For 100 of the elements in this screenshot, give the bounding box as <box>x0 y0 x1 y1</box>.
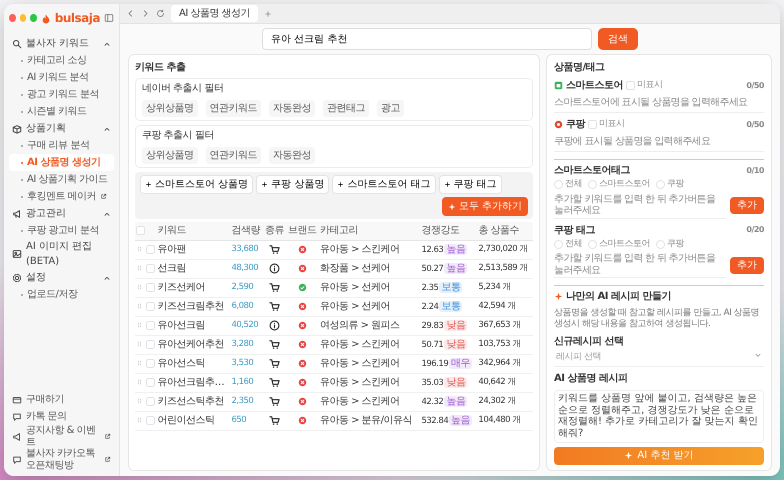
table-cell: 2.35 <box>421 283 438 293</box>
flame-logo-icon <box>40 12 51 24</box>
sidebar-item[interactable]: 후킹멘트 메이커 <box>9 188 114 205</box>
sidebar-item[interactable]: 시즌별 키워드 <box>9 103 114 120</box>
sidebar-item[interactable]: AI 상품기획 가이드 <box>9 171 114 188</box>
sidebar-group[interactable]: 설정 <box>9 269 114 286</box>
option-label: 전체 <box>565 178 582 191</box>
back-icon[interactable] <box>126 9 135 18</box>
table-cell: 유아팬 <box>156 240 230 259</box>
sidebar-toggle-icon[interactable] <box>104 13 114 23</box>
table-cell: 유아선케어추천 <box>156 335 230 354</box>
image-icon <box>12 249 22 259</box>
field-label: 신규레시피 선택 <box>554 334 624 349</box>
sidebar-link[interactable]: 구매하기 <box>9 391 114 408</box>
sidebar-item[interactable]: 카테고리 소싱 <box>9 52 114 69</box>
table-cell: 342,964 개 <box>477 354 533 373</box>
level-badge: 낮음 <box>444 377 468 388</box>
logo-text: bulsaja <box>54 10 100 27</box>
row-checkbox[interactable] <box>146 244 155 254</box>
browser-tab[interactable]: AI 상품명 생성기 <box>171 5 258 22</box>
chat-icon <box>12 454 22 464</box>
table-cell: 103,753 개 <box>477 335 533 354</box>
row-checkbox[interactable] <box>146 320 155 330</box>
radio-button[interactable] <box>554 240 563 249</box>
search-field[interactable]: 유아 선크림 추천 <box>262 28 592 50</box>
select-all-checkbox[interactable] <box>136 226 145 236</box>
checkbox[interactable] <box>626 81 635 90</box>
panel-title: 키워드 추출 <box>135 61 186 75</box>
add-button[interactable]: 스마트스토어 태그 <box>332 175 436 194</box>
add-button[interactable]: 쿠팡 태그 <box>438 175 502 194</box>
table-cell: 유아동 > 선케어 <box>318 297 420 316</box>
add-button[interactable]: 스마트스토어 상품명 <box>140 175 254 194</box>
row-checkbox[interactable] <box>146 396 155 406</box>
filter-chip[interactable]: 상위상품명 <box>142 147 198 164</box>
input-field[interactable]: 스마트스토어에 표시될 상품명을 입력해주세요 <box>554 93 764 113</box>
filter-chip[interactable]: 연관키워드 <box>206 100 261 117</box>
sidebar-link[interactable]: 불사자 카카오톡 오픈채팅방 <box>9 448 114 471</box>
table-cell: 유아동 > 스킨케어 <box>318 392 420 411</box>
row-checkbox[interactable] <box>146 264 155 273</box>
table-cell: 2,513,589 개 <box>477 259 533 278</box>
sidebar-item[interactable]: 쿠팡 광고비 분석 <box>9 222 114 239</box>
field-label: 쿠팡 태그 <box>554 224 595 238</box>
level-badge: 낮음 <box>444 320 468 331</box>
column-header: 검색량 <box>230 222 264 240</box>
filter-chip[interactable]: 상위상품명 <box>142 100 198 117</box>
filter-chip[interactable]: 자동완성 <box>269 100 315 117</box>
filter-chip[interactable]: 연관키워드 <box>206 147 261 164</box>
radio-button[interactable] <box>588 180 597 190</box>
sidebar-item[interactable]: 광고 키워드 분석 <box>9 86 114 103</box>
level-badge: 매우 <box>449 358 472 369</box>
table-cell: 48,300 <box>230 259 264 278</box>
row-checkbox[interactable] <box>146 358 155 368</box>
table-cell: 5,234 개 <box>477 278 533 297</box>
row-checkbox[interactable] <box>146 302 155 311</box>
table-cell: 유아선스틱 <box>156 354 230 373</box>
level-badge: 높음 <box>449 415 472 426</box>
radio-button[interactable] <box>656 180 665 190</box>
forward-icon[interactable] <box>141 9 150 18</box>
row-checkbox[interactable] <box>146 340 155 349</box>
filter-chip[interactable]: 자동완성 <box>269 147 315 164</box>
add-button[interactable]: 쿠팡 상품명 <box>256 175 330 194</box>
checkbox[interactable] <box>588 120 597 129</box>
refresh-icon[interactable] <box>156 9 165 18</box>
megaphone-icon <box>12 432 22 442</box>
search-icon <box>12 38 22 48</box>
sidebar-item[interactable]: AI 키워드 분석 <box>9 69 114 86</box>
sidebar-link[interactable]: 공지사항 & 이벤트 <box>9 425 114 448</box>
sidebar-group[interactable]: 상품기획 <box>9 120 114 137</box>
card-icon <box>12 394 22 404</box>
field-label: 스마트스토어태그 <box>554 164 630 178</box>
column-header: 브랜드 <box>286 222 319 240</box>
row-checkbox[interactable] <box>146 282 155 292</box>
panel-title: 상품명/태그 <box>554 61 606 75</box>
radio-button[interactable] <box>554 180 563 190</box>
sidebar-item[interactable]: 구매 리뷰 분석 <box>9 137 114 154</box>
sidebar-link[interactable]: 카톡 문의 <box>9 408 114 425</box>
filter-chip[interactable]: 광고 <box>377 100 404 117</box>
new-tab-icon[interactable] <box>264 10 272 18</box>
sidebar-group[interactable]: 광고관리 <box>9 205 114 222</box>
column-header: 경쟁강도 <box>420 222 478 240</box>
input-field[interactable]: 추가할 키워드를 입력 한 뒤 추가버튼을 눌러주세요 <box>554 252 726 278</box>
char-counter: 0/10 <box>746 164 764 176</box>
option-label: 스마트스토어 <box>599 238 650 250</box>
filter-chip[interactable]: 관련태그 <box>323 100 369 117</box>
plus-icon <box>261 181 268 188</box>
radio-button[interactable] <box>656 240 665 249</box>
sidebar-item[interactable]: 업로드/저장 <box>9 286 114 303</box>
input-field[interactable]: 쿠팡에 표시될 상품명을 입력해주세요 <box>554 132 764 152</box>
sidebar-group[interactable]: AI 이미지 편집 (BETA) <box>9 239 114 269</box>
prompt-field[interactable]: 키워드를 상품명 앞에 붙이고, 검색량은 높은 순으로 정렬해주고, 경쟁강도가 낮은 순으로 재정렬해! 추가로 카테고리가 잘 맞는지 확인해줘? <box>554 390 764 443</box>
table-cell: 196.19 <box>421 359 448 369</box>
input-field[interactable]: 추가할 키워드를 입력 한 뒤 추가버튼을 눌러주세요 <box>554 192 726 218</box>
store-icon <box>554 81 563 90</box>
table-cell: 키즈선케어 <box>156 278 230 297</box>
row-checkbox[interactable] <box>146 378 155 387</box>
table-cell: 3,530 <box>230 354 264 373</box>
row-checkbox[interactable] <box>146 416 155 425</box>
table-cell: 1,160 <box>230 373 264 392</box>
sidebar-group[interactable]: 불사자 키워드 <box>9 35 114 52</box>
radio-button[interactable] <box>588 240 597 249</box>
